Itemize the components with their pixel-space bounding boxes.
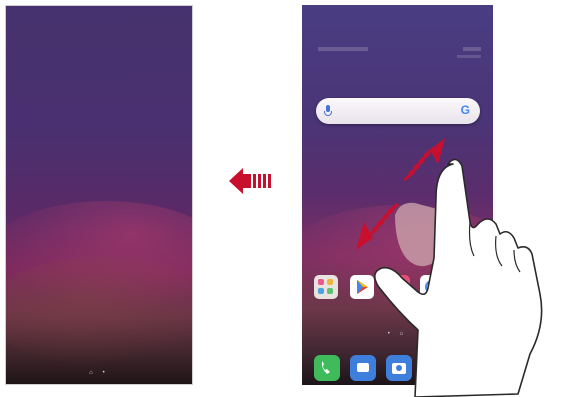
arrow-bar <box>253 174 256 188</box>
right-phone-screen: G • ⌂ <box>302 5 493 385</box>
photos-icon[interactable] <box>386 275 410 299</box>
home-page-indicator: • ⌂ <box>387 331 408 337</box>
google-search-bar[interactable]: G <box>316 98 480 124</box>
swipe-left-arrow-icon <box>229 168 271 194</box>
left-phone-screen: ⌂ • <box>5 5 193 385</box>
home-page-indicator: ⌂ • <box>89 370 109 376</box>
google-logo: G <box>460 103 470 117</box>
arrow-bar <box>258 174 261 188</box>
messages-icon[interactable] <box>350 355 376 381</box>
play-store-icon[interactable] <box>350 275 374 299</box>
app-folder-icon[interactable] <box>314 275 338 299</box>
arrow-head <box>229 168 243 194</box>
blurred-weather-row <box>318 55 481 58</box>
arrow-bar <box>263 174 266 188</box>
gallery-icon[interactable] <box>420 355 446 381</box>
camera-icon[interactable] <box>386 355 412 381</box>
wallpaper-wave <box>6 256 192 366</box>
browser-icon[interactable] <box>420 275 444 299</box>
mic-icon[interactable] <box>324 105 332 116</box>
phone-icon[interactable] <box>314 355 340 381</box>
arrow-bar <box>268 174 271 188</box>
blurred-date-row <box>318 45 481 51</box>
arrow-shaft <box>243 174 251 188</box>
